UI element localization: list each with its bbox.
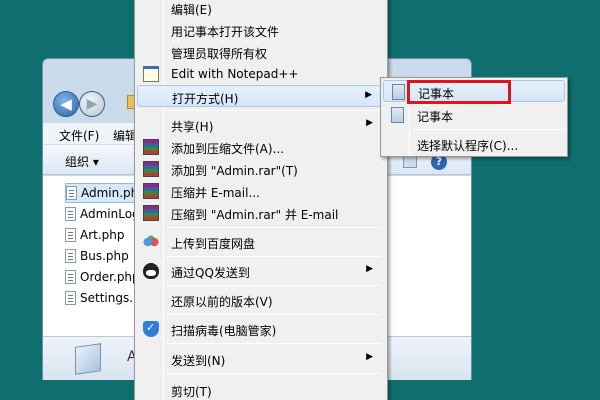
menu-separator xyxy=(167,110,381,111)
highlight-annotation xyxy=(407,80,511,104)
file-item-adminlogin[interactable]: AdminLogin.php xyxy=(65,204,145,224)
menu-item-open-notepad[interactable]: 用记事本打开该文件 xyxy=(137,19,385,41)
submenu-arrow-icon: ▶ xyxy=(365,90,372,100)
winrar-icon xyxy=(143,205,159,221)
menu-file[interactable]: 文件(F) xyxy=(59,127,99,144)
organize-button[interactable]: 组织 ▾ xyxy=(65,153,99,170)
qq-icon xyxy=(143,263,159,279)
file-item-art[interactable]: Art.php xyxy=(65,225,145,245)
shield-icon xyxy=(143,321,159,337)
menu-item-compress-email[interactable]: 压缩并 E-mail... xyxy=(137,180,385,202)
notepad-icon xyxy=(391,107,404,123)
file-item-admin[interactable]: Admin.php xyxy=(65,183,145,203)
menu-item-take-ownership[interactable]: 管理员取得所有权 xyxy=(137,41,385,63)
file-preview-icon xyxy=(75,343,101,375)
php-file-icon xyxy=(65,270,76,284)
menu-item-open-with[interactable]: 打开方式(H) ▶ xyxy=(137,85,385,107)
submenu-item-notepad-alt[interactable]: 记事本 xyxy=(383,104,565,126)
menu-separator xyxy=(167,373,381,374)
notepad-plus-icon xyxy=(143,66,159,82)
php-file-icon xyxy=(65,207,76,221)
menu-item-cut[interactable]: 剪切(T) xyxy=(137,379,385,400)
php-file-icon xyxy=(65,228,76,242)
baidu-netdisk-icon xyxy=(143,234,159,250)
submenu-arrow-icon: ▶ xyxy=(366,264,373,274)
window-controls[interactable] xyxy=(437,59,473,77)
menu-item-edit-notepadpp[interactable]: Edit with Notepad++ xyxy=(137,63,385,85)
menu-separator xyxy=(167,314,381,315)
notepad-icon xyxy=(392,84,405,100)
file-item-bus[interactable]: Bus.php xyxy=(65,246,145,266)
menu-separator xyxy=(167,285,381,286)
php-file-icon xyxy=(65,291,76,305)
winrar-icon xyxy=(143,161,159,177)
php-file-icon xyxy=(65,249,76,263)
menu-separator xyxy=(167,343,381,344)
winrar-icon xyxy=(143,183,159,199)
menu-item-send-to[interactable]: 发送到(N) ▶ xyxy=(137,348,385,370)
menu-item-add-admin-rar[interactable]: 添加到 "Admin.rar"(T) xyxy=(137,158,385,180)
menu-separator xyxy=(167,227,381,228)
menu-item-restore-versions[interactable]: 还原以前的版本(V) xyxy=(137,289,385,311)
forward-arrow-icon[interactable]: ▶ xyxy=(79,91,105,117)
menu-item-compress-admin-email[interactable]: 压缩到 "Admin.rar" 并 E-mail xyxy=(137,202,385,224)
file-item-settings[interactable]: Settings.php xyxy=(65,288,145,308)
back-arrow-icon[interactable]: ◀ xyxy=(53,91,79,117)
submenu-item-choose-default[interactable]: 选择默认程序(C)... xyxy=(383,133,565,155)
menu-item-scan-virus[interactable]: 扫描病毒(电脑管家) xyxy=(137,318,385,340)
menu-item-add-archive[interactable]: 添加到压缩文件(A)... xyxy=(137,136,385,158)
menu-separator xyxy=(167,256,381,257)
view-options-icon[interactable] xyxy=(403,156,417,168)
menu-item-edit[interactable]: 编辑(E) xyxy=(137,0,385,19)
menu-item-upload-baidu[interactable]: 上传到百度网盘 xyxy=(137,231,385,253)
php-file-icon xyxy=(66,186,77,200)
menu-item-share[interactable]: 共享(H) ▶ xyxy=(137,114,385,136)
submenu-arrow-icon: ▶ xyxy=(366,352,373,362)
winrar-icon xyxy=(143,139,159,155)
context-menu: 编辑(E) 用记事本打开该文件 管理员取得所有权 Edit with Notep… xyxy=(134,0,388,400)
menu-separator xyxy=(413,129,563,130)
submenu-arrow-icon: ▶ xyxy=(366,118,373,128)
file-item-order[interactable]: Order.php xyxy=(65,267,145,287)
menu-item-send-qq[interactable]: 通过QQ发送到 ▶ xyxy=(137,260,385,282)
